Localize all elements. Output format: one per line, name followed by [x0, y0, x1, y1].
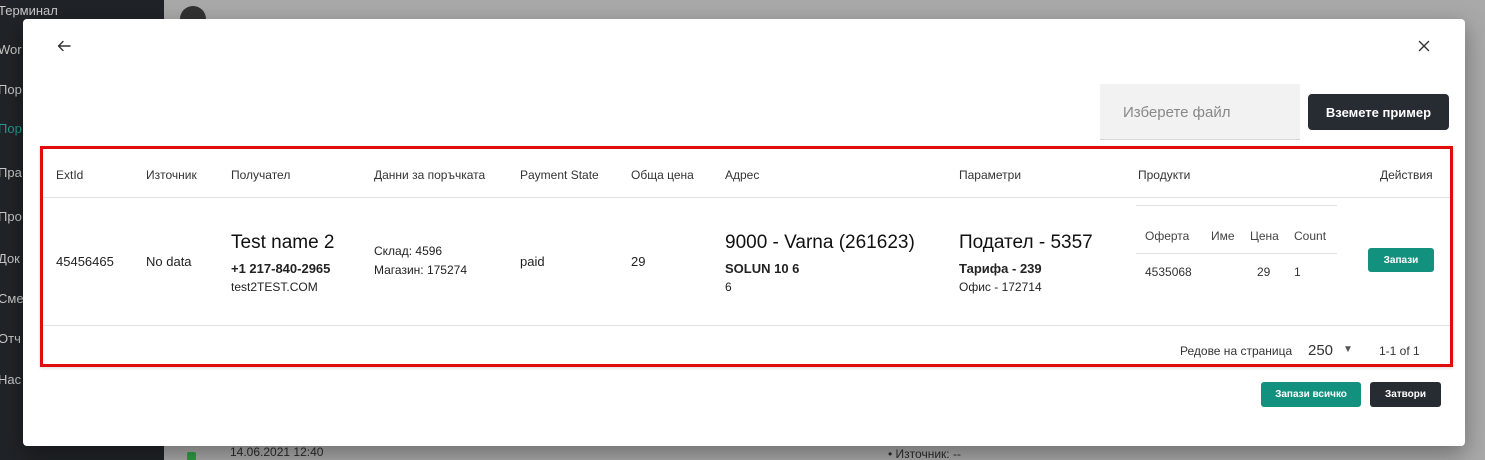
sidebar-item[interactable]: Про — [0, 209, 22, 224]
import-dialog: Изберете файл Вземете пример ExtId Източ… — [23, 19, 1465, 446]
save-all-button[interactable]: Запази всичко — [1261, 382, 1361, 407]
sidebar-item[interactable]: Сме — [0, 291, 24, 306]
orders-table: ExtId Източник Получател Данни за поръчк… — [40, 146, 1453, 367]
order-warehouse: Склад: 4596 — [374, 244, 443, 258]
subtable-header: Цена — [1250, 229, 1279, 243]
column-header[interactable]: Данни за поръчката — [374, 168, 485, 182]
sidebar-item[interactable]: Нас — [0, 372, 21, 387]
params-tariff: Тарифа - 239 — [959, 261, 1042, 276]
address-extra: 6 — [725, 280, 732, 294]
sidebar-item[interactable]: Терминал — [0, 3, 58, 18]
column-header[interactable]: Източник — [146, 168, 197, 182]
rows-per-page-label: Редове на страница — [1180, 344, 1293, 358]
close-icon — [1418, 40, 1430, 55]
column-header[interactable]: Обща цена — [631, 168, 694, 182]
subtable-divider — [1136, 205, 1337, 206]
save-row-button[interactable]: Запази — [1368, 248, 1434, 272]
product-price-cell: 29 — [1257, 265, 1271, 279]
column-header[interactable]: Адрес — [725, 168, 759, 182]
row-source: • Източник: -- — [888, 447, 961, 460]
column-header[interactable]: Параметри — [959, 168, 1021, 182]
column-header: Действия — [1380, 168, 1433, 182]
subtable-divider — [1136, 253, 1337, 254]
file-input[interactable]: Изберете файл — [1100, 84, 1300, 140]
get-example-button[interactable]: Вземете пример — [1308, 94, 1449, 130]
address-title: 9000 - Varna (261623) — [725, 232, 915, 253]
source-cell: No data — [146, 254, 192, 269]
close-button[interactable] — [1409, 32, 1439, 62]
total-price-cell: 29 — [631, 254, 646, 269]
address-street: SOLUN 10 6 — [725, 261, 800, 276]
sidebar-item[interactable]: Wor — [0, 42, 22, 57]
recipient-email: test2TEST.COM — [231, 280, 318, 294]
sidebar-item[interactable]: Пор — [0, 82, 22, 97]
close-dialog-button[interactable]: Затвори — [1370, 382, 1441, 407]
caret-down-icon[interactable]: ▼ — [1343, 344, 1353, 355]
column-header[interactable]: Получател — [231, 168, 290, 182]
params-sender: Подател - 5357 — [959, 232, 1093, 253]
subtable-header: Име — [1211, 229, 1235, 243]
payment-state-cell: paid — [520, 254, 545, 269]
params-office: Офис - 172714 — [959, 280, 1042, 294]
subtable-header: Оферта — [1145, 229, 1190, 243]
sidebar-item[interactable]: Пра — [0, 165, 22, 180]
ext-id-cell: 45456465 — [56, 254, 114, 269]
product-count-cell: 1 — [1294, 265, 1301, 279]
row-date: 14.06.2021 12:40 — [230, 445, 324, 459]
back-button[interactable] — [49, 32, 79, 62]
sidebar-item[interactable]: Пор — [0, 121, 22, 136]
order-store: Магазин: 175274 — [374, 263, 467, 277]
recipient-name: Test name 2 — [231, 232, 335, 253]
row-divider — [43, 325, 1450, 326]
page-info: 1-1 of 1 — [1379, 344, 1420, 358]
column-header[interactable]: Продукти — [1138, 168, 1190, 182]
arrow-left-icon — [57, 39, 71, 56]
rows-per-page-select[interactable]: 250 — [1308, 342, 1333, 359]
status-dot — [187, 452, 196, 460]
header-divider — [43, 197, 1450, 198]
product-offer-cell: 4535068 — [1145, 265, 1192, 279]
column-header[interactable]: Payment State — [520, 168, 599, 182]
column-header[interactable]: ExtId — [56, 168, 83, 182]
sidebar-item[interactable]: Отч — [0, 331, 21, 346]
recipient-phone: +1 217-840-2965 — [231, 261, 331, 276]
sidebar-item[interactable]: Док — [0, 251, 20, 266]
subtable-header: Count — [1294, 229, 1327, 243]
